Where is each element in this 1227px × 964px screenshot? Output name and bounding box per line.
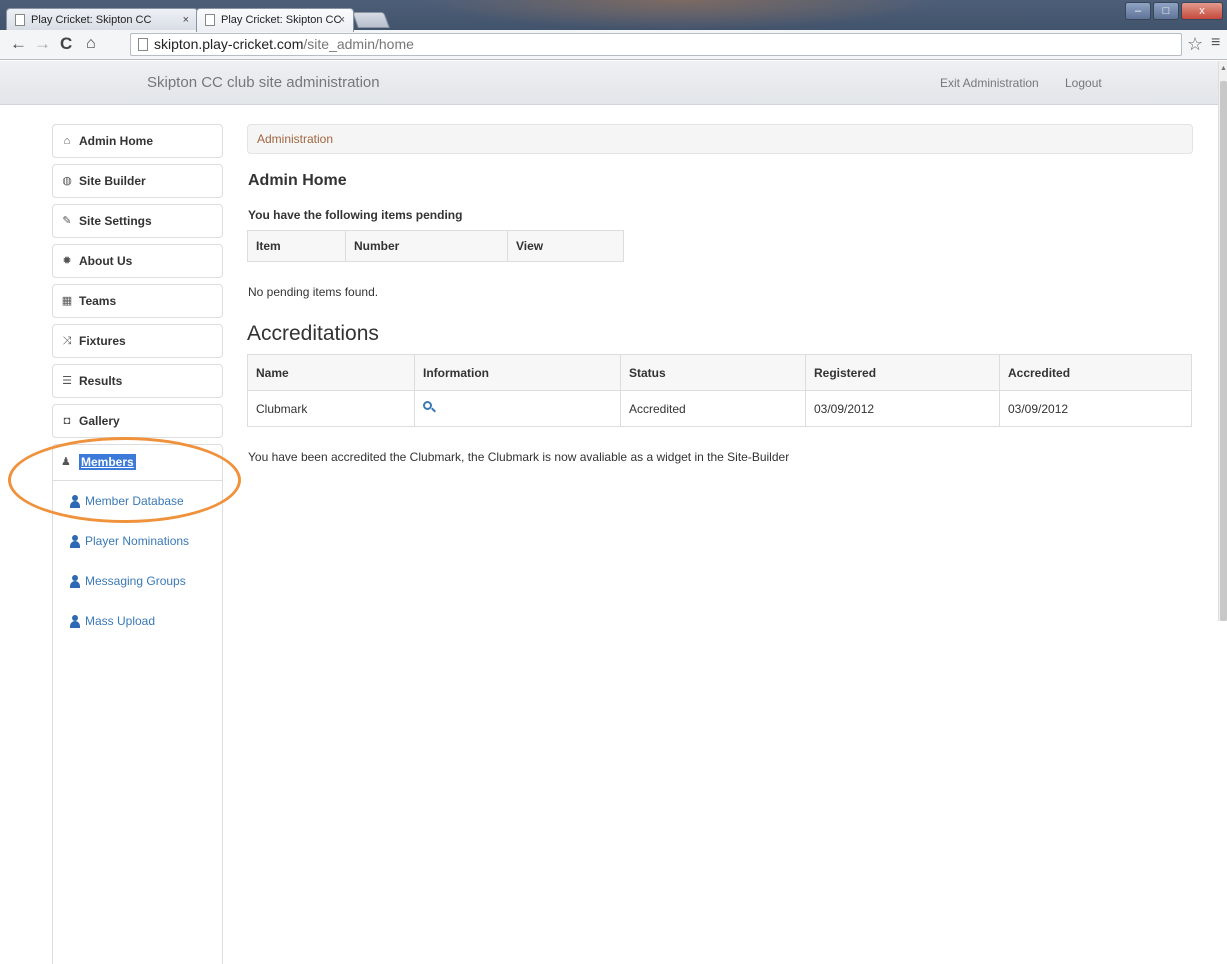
- sidebar-item-members[interactable]: ♟ Members: [53, 445, 222, 481]
- sidebar-item-results[interactable]: ☰ Results: [52, 364, 223, 398]
- table-row: Clubmark Accredited 03/09/2012 03/09/201…: [247, 390, 1192, 427]
- table-header-row: Name Information Status Registered Accre…: [247, 354, 1192, 391]
- user-icon: [69, 535, 81, 548]
- close-window-button[interactable]: x: [1181, 2, 1223, 20]
- page-icon: [205, 14, 215, 26]
- shuffle-icon: ⤨: [62, 335, 72, 347]
- cell-information: [414, 390, 621, 427]
- cell-name: Clubmark: [247, 390, 415, 427]
- column-header: Item: [247, 230, 346, 262]
- browser-tab-title: Play Cricket: Skipton CC: [31, 14, 152, 26]
- exit-administration-link[interactable]: Exit Administration: [940, 76, 1039, 90]
- user-icon: [69, 495, 81, 508]
- zoom-icon[interactable]: [423, 401, 436, 413]
- table-header-row: Item Number View: [247, 230, 624, 262]
- wrench-icon: ✎: [62, 215, 72, 227]
- site-admin-title[interactable]: Skipton CC club site administration: [147, 74, 380, 91]
- sidebar-item-label: Members: [79, 454, 136, 470]
- sidebar-item-label: Fixtures: [79, 334, 126, 348]
- scrollbar[interactable]: ▲: [1218, 61, 1227, 621]
- submenu-label: Player Nominations: [85, 534, 190, 548]
- address-bar[interactable]: skipton.play-cricket.com/site_admin/home: [130, 33, 1182, 56]
- globe-icon: ◍: [62, 175, 72, 187]
- sidebar-item-fixtures[interactable]: ⤨ Fixtures: [52, 324, 223, 358]
- browser-tab-1[interactable]: Play Cricket: Skipton CC ×: [6, 8, 198, 32]
- browser-tab-title: Play Cricket: Skipton CC: [221, 14, 342, 26]
- home-icon: ⌂: [63, 135, 71, 147]
- cog-icon: ✹: [62, 255, 72, 267]
- list-icon: ☰: [62, 375, 72, 387]
- window-controls: – □ x: [1125, 2, 1223, 20]
- accreditations-table: Name Information Status Registered Accre…: [247, 354, 1192, 427]
- submenu-player-nominations[interactable]: Player Nominations: [53, 521, 222, 561]
- sidebar-item-label: Admin Home: [79, 134, 154, 148]
- cell-status: Accredited: [620, 390, 806, 427]
- no-pending-message: No pending items found.: [248, 285, 379, 299]
- sidebar-item-label: About Us: [79, 254, 133, 268]
- submenu-mass-upload[interactable]: Mass Upload: [53, 601, 222, 641]
- admin-header: Skipton CC club site administration Exit…: [0, 61, 1218, 105]
- browser-tab-strip: Play Cricket: Skipton CC × Play Cricket:…: [0, 0, 1227, 32]
- column-header: Information: [414, 354, 621, 391]
- sidebar-item-label: Results: [79, 374, 123, 388]
- page-icon: [15, 14, 25, 26]
- home-icon[interactable]: ⌂: [86, 34, 96, 54]
- forward-arrow-icon[interactable]: →: [34, 34, 51, 54]
- column-header: View: [507, 230, 624, 262]
- maximize-button[interactable]: □: [1153, 2, 1179, 20]
- column-header: Status: [620, 354, 806, 391]
- user-icon: ♟: [61, 456, 71, 468]
- sidebar-item-gallery[interactable]: ◘ Gallery: [52, 404, 223, 438]
- sidebar-item-label: Gallery: [79, 414, 120, 428]
- sidebar-nav: ⌂ Admin Home ◍ Site Builder ✎ Site Setti…: [52, 124, 223, 964]
- submenu-member-database[interactable]: Member Database: [53, 481, 222, 521]
- column-header: Accredited: [999, 354, 1192, 391]
- tab-close-icon[interactable]: ×: [339, 9, 345, 31]
- breadcrumb: Administration: [247, 124, 1193, 154]
- pending-items-table: Item Number View: [247, 230, 624, 262]
- scroll-up-icon[interactable]: ▲: [1220, 65, 1227, 72]
- page-title: Admin Home: [248, 172, 347, 189]
- tab-close-icon[interactable]: ×: [183, 9, 189, 31]
- sidebar-item-label: Site Settings: [79, 214, 152, 228]
- browser-tab-2[interactable]: Play Cricket: Skipton CC ×: [196, 8, 354, 32]
- sidebar-item-label: Site Builder: [79, 174, 146, 188]
- new-tab-button[interactable]: [352, 12, 390, 28]
- members-menu-group: ♟ Members Member Database Player Nominat…: [52, 444, 223, 964]
- accreditations-heading: Accreditations: [247, 322, 379, 345]
- reload-icon[interactable]: C: [60, 34, 72, 54]
- scrollbar-thumb[interactable]: [1220, 81, 1227, 621]
- menu-icon[interactable]: ≡: [1211, 34, 1220, 52]
- bookmark-star-icon[interactable]: ☆: [1187, 34, 1203, 55]
- pending-heading: You have the following items pending: [248, 208, 463, 222]
- url-text: skipton.play-cricket.com/site_admin/home: [154, 36, 414, 52]
- sidebar-item-site-builder[interactable]: ◍ Site Builder: [52, 164, 223, 198]
- browser-toolbar: ← → C ⌂ skipton.play-cricket.com/site_ad…: [0, 30, 1227, 60]
- sidebar-item-about-us[interactable]: ✹ About Us: [52, 244, 223, 278]
- page-icon: [138, 38, 148, 51]
- user-icon: [69, 575, 81, 588]
- submenu-label: Mass Upload: [85, 614, 156, 628]
- user-icon: [69, 615, 81, 628]
- sidebar-item-site-settings[interactable]: ✎ Site Settings: [52, 204, 223, 238]
- logout-link[interactable]: Logout: [1065, 76, 1102, 90]
- submenu-messaging-groups[interactable]: Messaging Groups: [53, 561, 222, 601]
- column-header: Number: [345, 230, 508, 262]
- submenu-label: Member Database: [85, 494, 184, 508]
- cell-registered: 03/09/2012: [805, 390, 1000, 427]
- sidebar-item-admin-home[interactable]: ⌂ Admin Home: [52, 124, 223, 158]
- submenu-label: Messaging Groups: [85, 574, 186, 588]
- breadcrumb-link[interactable]: Administration: [257, 132, 333, 146]
- column-header: Name: [247, 354, 415, 391]
- minimize-button[interactable]: –: [1125, 2, 1151, 20]
- sidebar-item-teams[interactable]: ▦ Teams: [52, 284, 223, 318]
- accreditation-note: You have been accredited the Clubmark, t…: [248, 450, 790, 464]
- cell-accredited: 03/09/2012: [999, 390, 1192, 427]
- grid-icon: ▦: [61, 295, 73, 307]
- sidebar-item-label: Teams: [79, 294, 117, 308]
- column-header: Registered: [805, 354, 1000, 391]
- back-arrow-icon[interactable]: ←: [10, 34, 27, 54]
- camera-icon: ◘: [63, 415, 71, 427]
